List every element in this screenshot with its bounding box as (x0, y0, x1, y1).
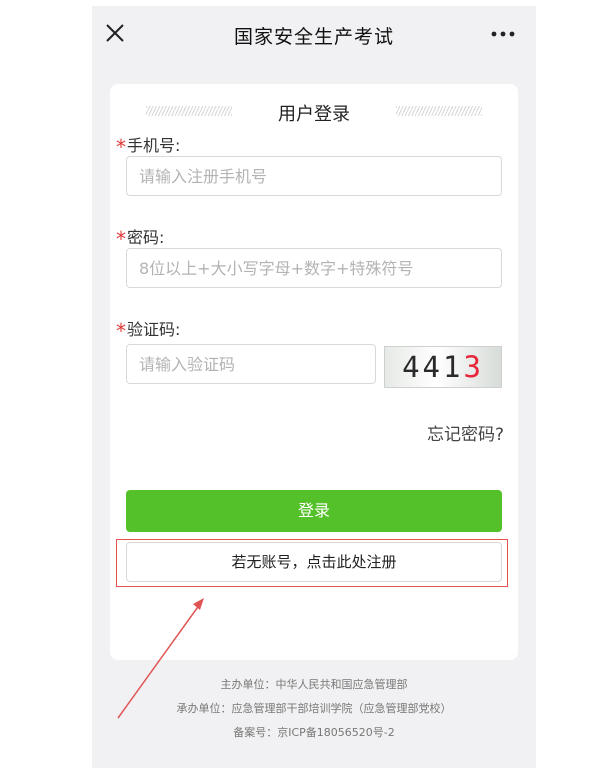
page-title: 国家安全生产考试 (233, 26, 394, 48)
phone-screen: 国家安全生产考试 用户登录 *手机号: *密码: *验证码: 4413 忘记 (92, 6, 536, 768)
footer-organizer: 承办单位：应急管理部干部培训学院（应急管理部党校） (176, 702, 452, 715)
required-mark: * (116, 319, 126, 343)
register-button[interactable]: 若无账号，点击此处注册 (126, 542, 502, 582)
required-mark: * (116, 227, 126, 251)
more-icon (491, 31, 515, 37)
captcha-label: *验证码: (116, 319, 181, 343)
footer-icp: 备案号：京ICP备18056520号-2 (233, 726, 395, 739)
forgot-password-link[interactable]: 忘记密码? (427, 420, 504, 445)
nav-bar: 国家安全生产考试 (92, 6, 536, 64)
footer-sponsor: 主办单位：中华人民共和国应急管理部 (220, 678, 408, 691)
more-button[interactable] (488, 24, 518, 44)
login-card: 用户登录 *手机号: *密码: *验证码: 4413 忘记密码? 登录 若无账号… (110, 84, 518, 660)
captcha-input[interactable] (126, 344, 376, 384)
phone-label: *手机号: (116, 135, 181, 159)
captcha-image[interactable]: 4413 (384, 346, 502, 388)
title-decoration-right (396, 106, 482, 116)
password-input[interactable] (126, 248, 502, 288)
required-mark: * (116, 135, 126, 159)
login-button[interactable]: 登录 (126, 490, 502, 532)
phone-input[interactable] (126, 156, 502, 196)
password-label: *密码: (116, 227, 165, 251)
